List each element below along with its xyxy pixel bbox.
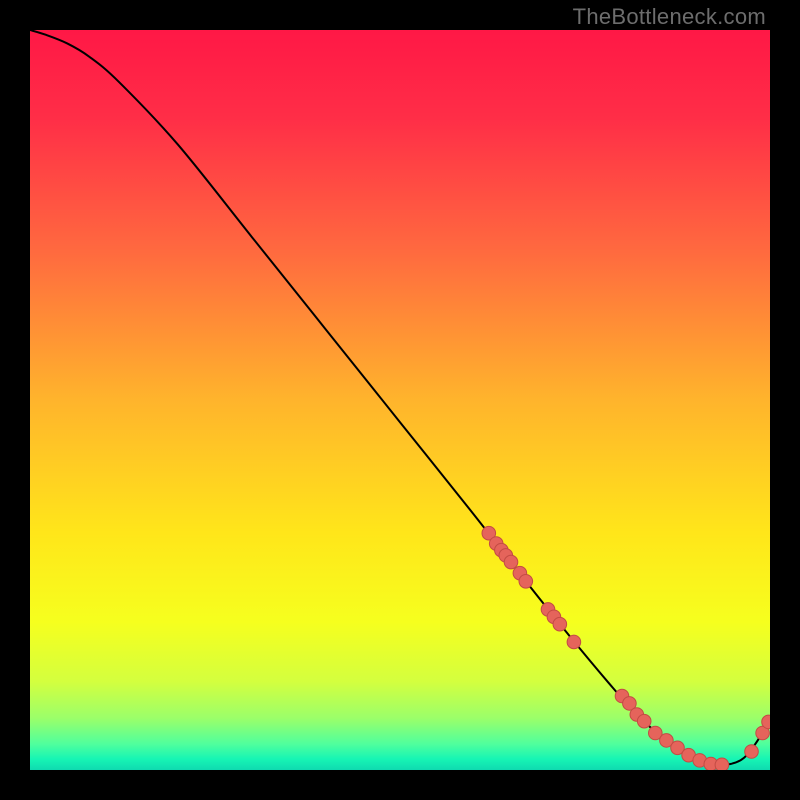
chart-container: TheBottleneck.com <box>0 0 800 800</box>
data-markers <box>482 526 770 770</box>
curve-layer <box>30 30 770 770</box>
data-marker <box>519 575 533 589</box>
data-marker <box>504 555 518 569</box>
data-marker <box>567 635 581 649</box>
data-marker <box>553 617 567 631</box>
plot-area <box>30 30 770 770</box>
bottleneck-curve <box>30 30 770 765</box>
data-marker <box>715 758 729 770</box>
data-marker <box>745 745 759 759</box>
watermark-text: TheBottleneck.com <box>573 4 766 30</box>
data-marker <box>637 714 651 728</box>
